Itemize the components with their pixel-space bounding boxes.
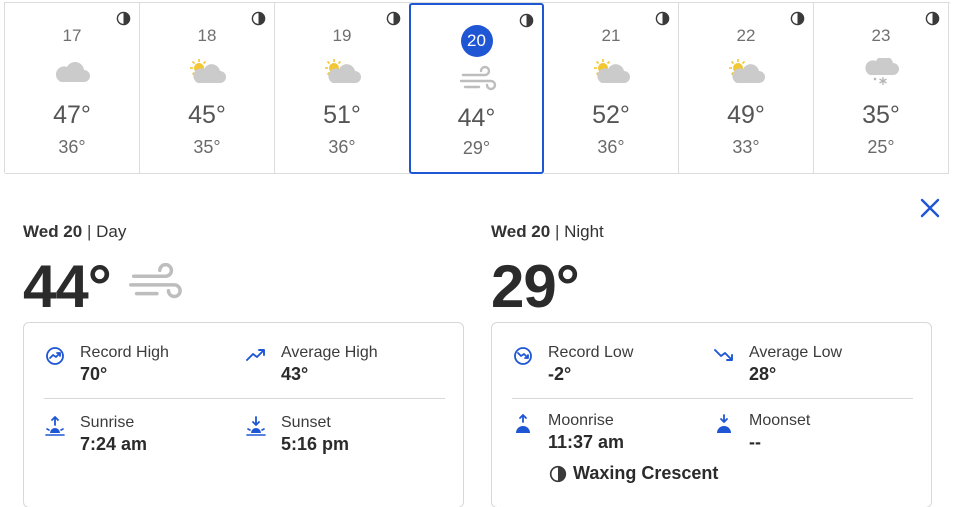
record-low-label: Record Low [548,344,634,361]
trend-down-icon [714,349,733,361]
day-card-22[interactable]: 22 49° 33° [679,3,814,174]
partly-sunny-icon [726,58,766,86]
moon-phase-icon [519,13,534,28]
day-detail-panel: Wed 20 | Day 44° Record High 70° Average… [23,222,465,507]
sunrise-value: 7:24 am [80,434,148,454]
night-stats-card: Record Low -2° Average Low 28° Moonrise … [491,322,932,507]
sunrise: Sunrise 7:24 am [44,413,147,455]
moonrise-value: 11:37 am [548,432,625,452]
record-low-value: -2° [548,364,572,384]
divider [512,398,913,399]
moonset-icon [717,414,731,433]
moonset-label: Moonset [749,412,811,429]
daily-forecast-strip: 17 47° 36° 18 45° 35° 19 51° 36° 20 44° … [4,2,950,174]
low-temp: 36° [58,137,86,157]
wind-icon [125,261,183,303]
divider [44,398,445,399]
high-temp: 44° [457,104,496,132]
wind-icon [457,65,497,93]
moon-phase-icon [655,11,670,26]
high-temp: 47° [53,101,91,129]
sunset-value: 5:16 pm [281,434,350,454]
low-temp: 25° [867,137,895,157]
high-temp: 35° [862,101,900,129]
average-low-value: 28° [749,364,777,384]
day-date: 22 [736,26,756,45]
moon-phase-icon [251,11,266,26]
moon-phase: Waxing Crescent [549,463,718,484]
panel-title: Wed 20 | Night [491,222,604,241]
panel-title: Wed 20 | Day [23,222,127,241]
average-low-label: Average Low [749,344,843,361]
partly-sunny-icon [591,58,631,86]
day-date-selected: 20 [460,25,493,57]
moon-phase-icon [386,11,401,26]
record-high: Record High 70° [44,343,169,385]
panel-part: Day [96,222,127,241]
low-temp: 29° [462,138,491,158]
day-date: 23 [871,26,891,45]
low-temp: 36° [597,137,625,157]
moon-phase-icon [549,465,567,483]
partly-sunny-icon [322,58,362,86]
average-high-value: 43° [281,364,309,384]
day-card-18[interactable]: 18 45° 35° [140,3,275,174]
high-temp: 52° [592,101,630,129]
high-temp: 49° [727,101,765,129]
day-card-17[interactable]: 17 47° 36° [5,3,140,174]
record-high-value: 70° [80,364,108,384]
night-temperature: 29° [491,252,580,320]
moonset-value: -- [749,432,761,452]
low-temp: 36° [328,137,356,157]
day-date: 19 [332,26,352,45]
moonrise-label: Moonrise [548,412,614,429]
day-card-23[interactable]: 23 35° 25° [814,3,949,174]
close-icon[interactable] [918,196,942,220]
moon-phase-icon [925,11,940,26]
record-high-label: Record High [80,344,169,361]
panel-date: Wed 20 [23,222,83,241]
record-high-icon [46,347,64,365]
partly-sunny-icon [187,58,227,86]
trend-up-icon [246,349,265,361]
day-date: 21 [601,26,621,45]
day-stats-card: Record High 70° Average High 43° Sunrise… [23,322,464,507]
moon-phase-icon [790,11,805,26]
high-temp: 51° [323,101,361,129]
average-high: Average High 43° [245,343,378,385]
day-card-19[interactable]: 19 51° 36° [275,3,410,174]
average-low: Average Low 28° [713,343,842,385]
moonrise: Moonrise 11:37 am [512,411,624,453]
moonset: Moonset -- [713,411,810,453]
moonrise-icon [516,414,530,433]
sunset-icon [246,416,266,436]
sunset: Sunset 5:16 pm [245,413,349,455]
moon-phase-icon [116,11,131,26]
day-temperature: 44° [23,252,112,320]
low-temp: 35° [193,137,221,157]
average-high-label: Average High [281,344,378,361]
sunrise-icon [45,416,65,436]
snow-cloud-icon [861,58,901,86]
day-date: 17 [62,26,82,45]
record-low-icon [514,347,532,365]
record-low: Record Low -2° [512,343,633,385]
panel-date: Wed 20 [491,222,551,241]
high-temp: 45° [188,101,226,129]
night-detail-panel: Wed 20 | Night 29° Record Low -2° Averag… [491,222,933,507]
day-card-20-selected[interactable]: 20 44° 29° [409,3,544,174]
sunset-label: Sunset [281,414,331,431]
moon-phase-label: Waxing Crescent [573,463,719,483]
day-date: 18 [197,26,217,45]
low-temp: 33° [732,137,760,157]
panel-part: Night [564,222,604,241]
sunrise-label: Sunrise [80,414,135,431]
day-card-21[interactable]: 21 52° 36° [544,3,679,174]
cloud-icon [52,58,92,86]
